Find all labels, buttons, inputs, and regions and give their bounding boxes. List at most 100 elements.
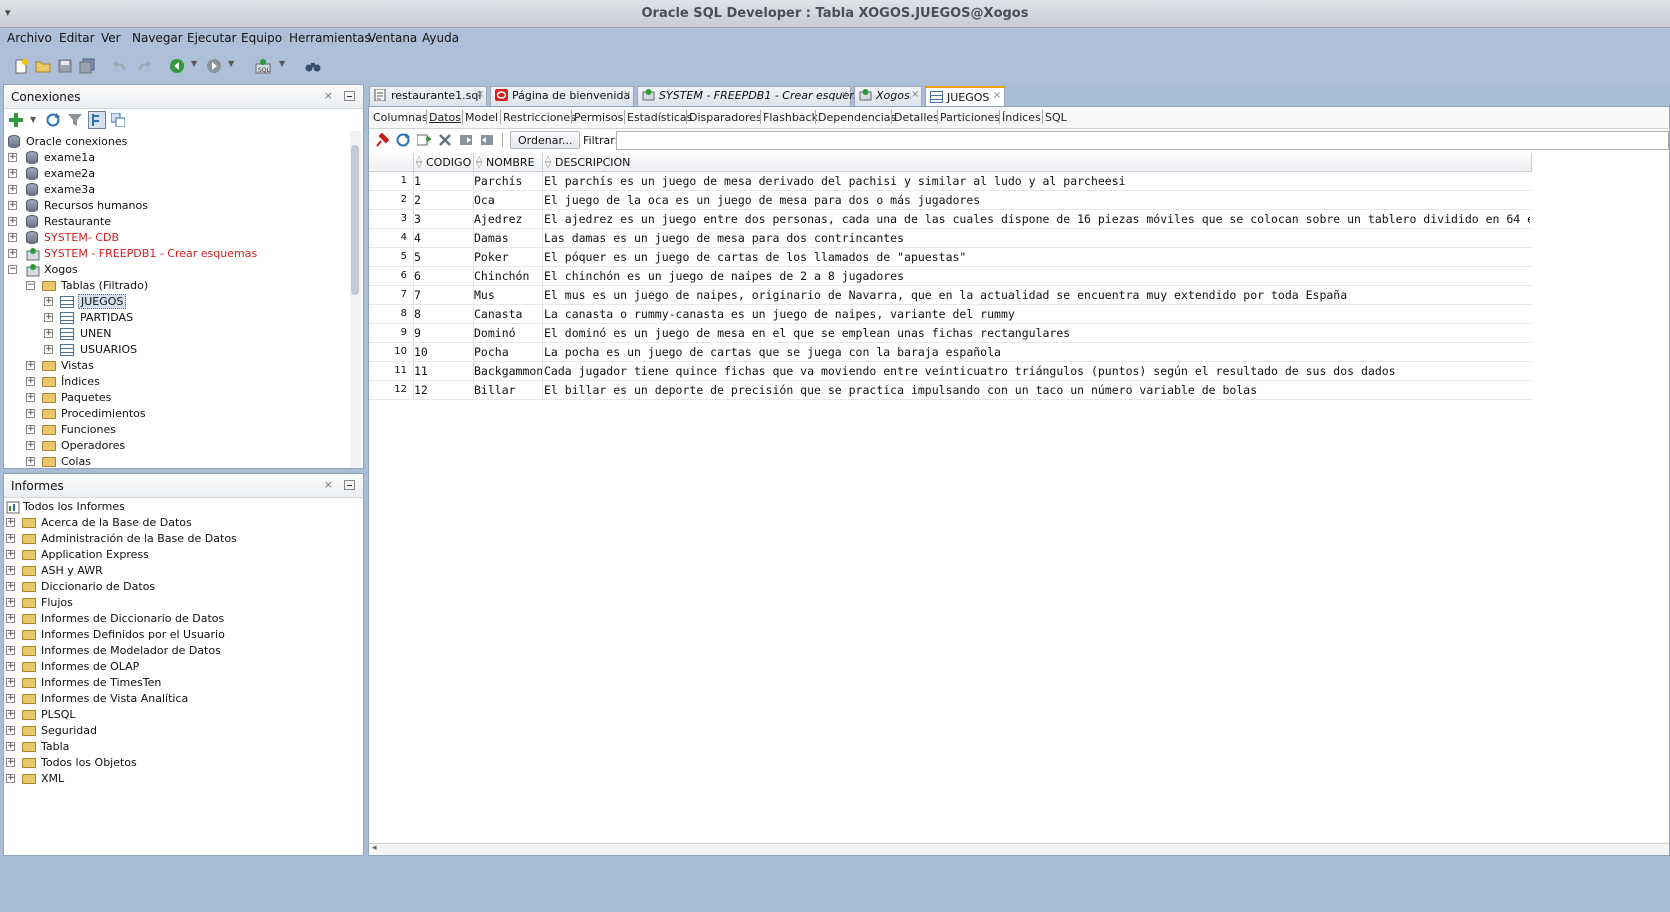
save-icon[interactable]: [55, 56, 75, 76]
report-folder[interactable]: + ASH y AWR: [4, 563, 344, 579]
collapse-icon[interactable]: −: [26, 281, 35, 290]
report-folder[interactable]: + Todos los Objetos: [4, 755, 344, 771]
table-item[interactable]: + UNEN: [6, 326, 346, 342]
codigo-cell[interactable]: 11: [414, 364, 472, 378]
subtab-disparadores[interactable]: Disparadores: [689, 111, 762, 124]
nombre-cell[interactable]: Parchís: [474, 174, 542, 188]
tab-system-freepdb1[interactable]: SYSTEM - FREEPDB1 - Crear esquemas ×: [637, 86, 872, 106]
codigo-cell[interactable]: 2: [414, 193, 472, 207]
nombre-cell[interactable]: Poker: [474, 250, 542, 264]
subtab-permisos[interactable]: Permisos: [574, 111, 623, 124]
expand-icon[interactable]: +: [6, 646, 15, 655]
forward-icon[interactable]: [204, 56, 224, 76]
horizontal-scrollbar[interactable]: ◂: [369, 843, 1669, 855]
table-row[interactable]: 2 2 Oca El juego de la oca es un juego de m…: [369, 191, 1532, 210]
expand-icon[interactable]: +: [6, 550, 15, 559]
nombre-cell[interactable]: Oca: [474, 193, 542, 207]
insert-row-icon[interactable]: [416, 132, 432, 148]
expand-icon[interactable]: +: [6, 614, 15, 623]
schema-browser-icon[interactable]: [88, 111, 106, 129]
expand-icon[interactable]: +: [8, 153, 17, 162]
table-row[interactable]: 7 7 Mus El mus es un juego de naipes, origi…: [369, 286, 1532, 305]
subtab-datos[interactable]: Datos: [429, 111, 461, 124]
expand-icon[interactable]: +: [8, 249, 17, 258]
descripcion-cell[interactable]: El ajedrez es un juego entre dos persona…: [544, 212, 1530, 226]
menu-navegar[interactable]: Navegar: [132, 31, 183, 45]
expand-icon[interactable]: +: [6, 758, 15, 767]
nombre-cell[interactable]: Backgammon: [474, 364, 542, 378]
expand-icon[interactable]: +: [26, 425, 35, 434]
expand-icon[interactable]: +: [44, 313, 53, 322]
expand-icon[interactable]: +: [44, 329, 53, 338]
report-folder[interactable]: + Application Express: [4, 547, 344, 563]
expand-icon[interactable]: +: [6, 742, 15, 751]
expand-icon[interactable]: +: [6, 662, 15, 671]
report-folder[interactable]: + Informes de Modelador de Datos: [4, 643, 344, 659]
report-folder[interactable]: + XML: [4, 771, 344, 787]
table-row[interactable]: 12 12 Billar El billar es un deporte de pre…: [369, 381, 1532, 400]
nombre-cell[interactable]: Canasta: [474, 307, 542, 321]
minimize-icon[interactable]: [344, 480, 355, 490]
descripcion-cell[interactable]: El juego de la oca es un juego de mesa p…: [544, 193, 1530, 207]
report-folder[interactable]: + Tabla: [4, 739, 344, 755]
connection-item[interactable]: + exame2a: [6, 166, 346, 182]
object-folder[interactable]: + Procedimientos: [6, 406, 346, 422]
tree-root-all-reports[interactable]: Todos los Informes: [4, 499, 344, 515]
rollback-icon[interactable]: [479, 132, 495, 148]
scroll-left-icon[interactable]: ◂: [372, 843, 377, 853]
codigo-cell[interactable]: 10: [414, 345, 472, 359]
subtab--ndices[interactable]: Índices: [1002, 111, 1041, 124]
subtab-model[interactable]: Model: [465, 111, 498, 124]
codigo-cell[interactable]: 12: [414, 383, 472, 397]
object-folder[interactable]: + Colas: [6, 454, 346, 468]
subtab-detalles[interactable]: Detalles: [894, 111, 939, 124]
descripcion-cell[interactable]: La pocha es un juego de cartas que se ju…: [544, 345, 1530, 359]
expand-icon[interactable]: +: [6, 598, 15, 607]
tree-root-oracle-connections[interactable]: Oracle conexiones: [6, 134, 346, 150]
table-row[interactable]: 10 10 Pocha La pocha es un juego de cartas …: [369, 343, 1532, 362]
subtab-columnas[interactable]: Columnas: [373, 111, 428, 124]
delete-row-icon[interactable]: [437, 132, 453, 148]
connection-item[interactable]: + exame1a: [6, 150, 346, 166]
redo-icon[interactable]: [134, 56, 154, 76]
new-file-icon[interactable]: [11, 56, 31, 76]
expand-icon[interactable]: +: [6, 566, 15, 575]
table-row[interactable]: 4 4 Damas Las damas es un juego de mesa par…: [369, 229, 1532, 248]
descripcion-cell[interactable]: El billar es un deporte de precisión que…: [544, 383, 1530, 397]
report-folder[interactable]: + Informes de OLAP: [4, 659, 344, 675]
vertical-scrollbar[interactable]: [350, 131, 361, 467]
expand-icon[interactable]: +: [26, 361, 35, 370]
report-folder[interactable]: + Seguridad: [4, 723, 344, 739]
object-folder[interactable]: + Funciones: [6, 422, 346, 438]
close-icon[interactable]: ×: [993, 90, 1001, 101]
descripcion-cell[interactable]: El póquer es un juego de cartas de los l…: [544, 250, 1530, 264]
pin-icon[interactable]: [374, 132, 390, 148]
object-folder[interactable]: + Vistas: [6, 358, 346, 374]
expand-icon[interactable]: +: [26, 441, 35, 450]
tab-xogos[interactable]: Xogos ×: [854, 86, 922, 106]
forward-dropdown-icon[interactable]: ▼: [228, 59, 234, 68]
nombre-cell[interactable]: Ajedrez: [474, 212, 542, 226]
nombre-cell[interactable]: Chinchón: [474, 269, 542, 283]
close-icon[interactable]: ×: [840, 89, 848, 100]
close-icon[interactable]: ×: [911, 89, 919, 100]
binoculars-icon[interactable]: [303, 56, 323, 76]
menu-herramientas[interactable]: Herramientas: [289, 31, 371, 45]
tables-folder[interactable]: − Tablas (Filtrado): [6, 278, 346, 294]
expand-icon[interactable]: +: [6, 710, 15, 719]
report-folder[interactable]: + Administración de la Base de Datos: [4, 531, 344, 547]
table-item-juegos[interactable]: + JUEGOS: [6, 294, 346, 310]
menu-ejecutar[interactable]: Ejecutar: [187, 31, 237, 45]
column-header-codigo[interactable]: △ ▽ CODIGO: [414, 153, 474, 172]
sql-dropdown-icon[interactable]: ▼: [279, 59, 285, 68]
report-folder[interactable]: + Diccionario de Datos: [4, 579, 344, 595]
codigo-cell[interactable]: 8: [414, 307, 472, 321]
collapse-icon[interactable]: −: [8, 265, 17, 274]
subtab-estad-sticas[interactable]: Estadísticas: [627, 111, 692, 124]
connection-item[interactable]: + Recursos humanos: [6, 198, 346, 214]
report-folder[interactable]: + PLSQL: [4, 707, 344, 723]
scrollbar-thumb[interactable]: [351, 145, 359, 295]
expand-icon[interactable]: +: [8, 217, 17, 226]
connection-item[interactable]: + SYSTEM- CDB: [6, 230, 346, 246]
open-folder-icon[interactable]: [33, 56, 53, 76]
